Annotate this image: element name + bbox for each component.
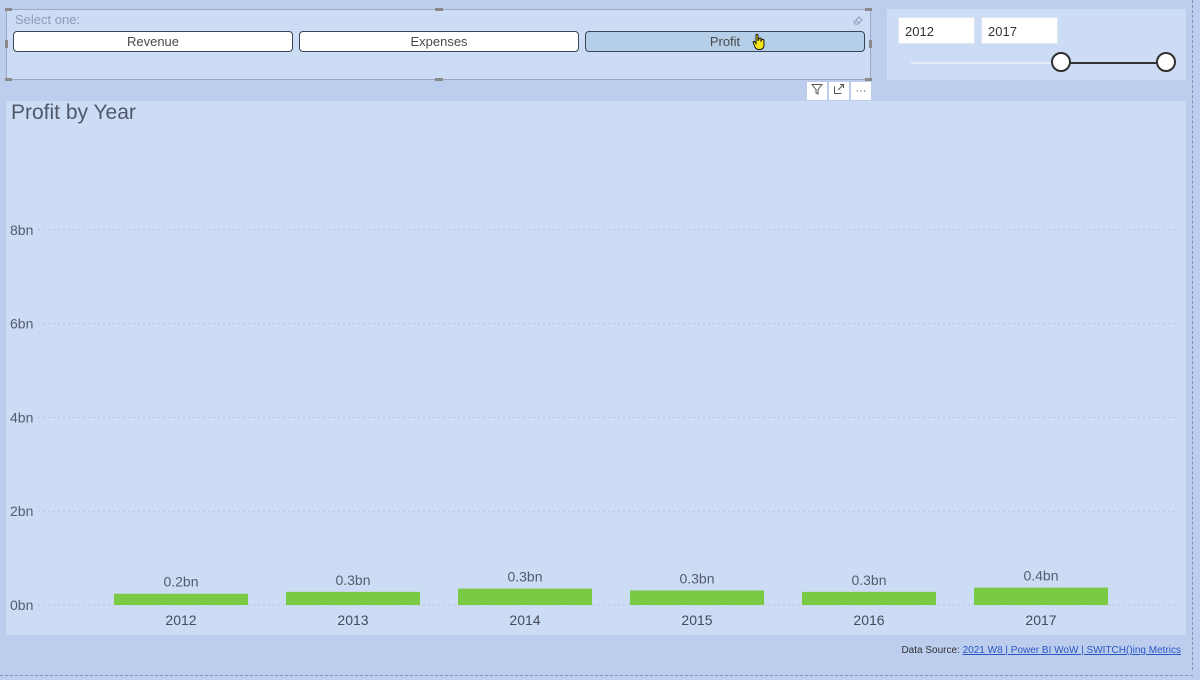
slicer-button-group: Revenue Expenses Profit xyxy=(13,31,865,52)
eraser-icon[interactable] xyxy=(852,13,864,25)
data-label: 0.4bn xyxy=(1023,568,1058,584)
resize-handle-bottom[interactable] xyxy=(435,78,443,81)
data-label: 0.3bn xyxy=(335,572,370,588)
x-tick-label: 2012 xyxy=(165,612,196,628)
range-start-handle[interactable] xyxy=(1051,52,1071,72)
focus-mode-icon xyxy=(833,82,845,100)
y-tick-label: 2bn xyxy=(10,503,33,519)
resize-handle-left[interactable] xyxy=(5,40,8,48)
hand-cursor-icon xyxy=(752,33,766,54)
y-tick-label: 4bn xyxy=(10,409,33,425)
x-tick-label: 2017 xyxy=(1025,612,1056,628)
page-boundary-right xyxy=(1192,0,1193,670)
expenses-button-label: Expenses xyxy=(410,34,468,49)
x-tick-label: 2013 xyxy=(337,612,368,628)
visual-header: ··· xyxy=(807,82,871,100)
more-options-button[interactable]: ··· xyxy=(851,82,871,100)
revenue-button-label: Revenue xyxy=(126,34,180,49)
resize-handle-right[interactable] xyxy=(869,40,872,48)
range-selected-fill xyxy=(1061,62,1166,64)
x-tick-label: 2015 xyxy=(681,612,712,628)
bar[interactable] xyxy=(458,588,592,605)
profit-button[interactable]: Profit xyxy=(585,31,865,52)
profit-button-label: Profit xyxy=(709,34,741,49)
resize-handle-bottom-left[interactable] xyxy=(5,78,12,81)
y-tick-label: 6bn xyxy=(10,316,33,332)
chart-plot-area: 0bn 2bn 4bn 6bn 8bn 0.2bn 2012 0.3bn 2013 0.3bn 20… xyxy=(10,222,1176,628)
y-tick-label: 0bn xyxy=(10,597,33,613)
bar[interactable] xyxy=(286,591,420,605)
end-year-input[interactable]: 2017 xyxy=(981,17,1058,44)
data-label: 0.3bn xyxy=(679,570,714,586)
x-tick-label: 2016 xyxy=(853,612,884,628)
x-tick-label: 2014 xyxy=(509,612,540,628)
start-year-input[interactable]: 2012 xyxy=(898,17,975,44)
filter-icon xyxy=(810,82,824,100)
bar[interactable] xyxy=(802,591,936,605)
revenue-button[interactable]: Revenue xyxy=(13,31,293,52)
data-label: 0.3bn xyxy=(851,572,886,588)
bar[interactable] xyxy=(114,593,248,605)
data-source-prefix: Data Source: xyxy=(901,645,960,656)
resize-handle-top[interactable] xyxy=(435,8,443,11)
data-source-link[interactable]: 2021 W8 | Power BI WoW | SWITCH()ing Met… xyxy=(963,645,1181,656)
data-label: 0.2bn xyxy=(163,574,198,590)
filter-button[interactable] xyxy=(807,82,827,100)
report-canvas: Select one: Revenue Expenses Profit ··· … xyxy=(0,0,1200,680)
more-options-icon: ··· xyxy=(855,85,867,97)
resize-handle-top-right[interactable] xyxy=(865,8,872,11)
range-end-handle[interactable] xyxy=(1156,52,1176,72)
data-label: 0.3bn xyxy=(507,569,542,585)
data-source-note: Data Source: 2021 W8 | Power BI WoW | SW… xyxy=(901,645,1181,656)
page-boundary-bottom xyxy=(0,675,1193,676)
profit-chart[interactable]: Profit by Year 0bn 2bn 4bn 6bn 8bn 0.2bn 2012 0… xyxy=(6,101,1186,635)
year-range-slicer: 2012 2017 xyxy=(887,9,1186,80)
bar[interactable] xyxy=(630,590,764,605)
expenses-button[interactable]: Expenses xyxy=(299,31,579,52)
resize-handle-bottom-right[interactable] xyxy=(865,78,872,81)
bar[interactable] xyxy=(974,587,1108,605)
y-tick-label: 8bn xyxy=(10,222,33,238)
metric-slicer[interactable]: Select one: Revenue Expenses Profit xyxy=(5,8,872,81)
focus-mode-button[interactable] xyxy=(829,82,849,100)
resize-handle-top-left[interactable] xyxy=(5,8,12,11)
slicer-header: Select one: xyxy=(15,12,81,27)
